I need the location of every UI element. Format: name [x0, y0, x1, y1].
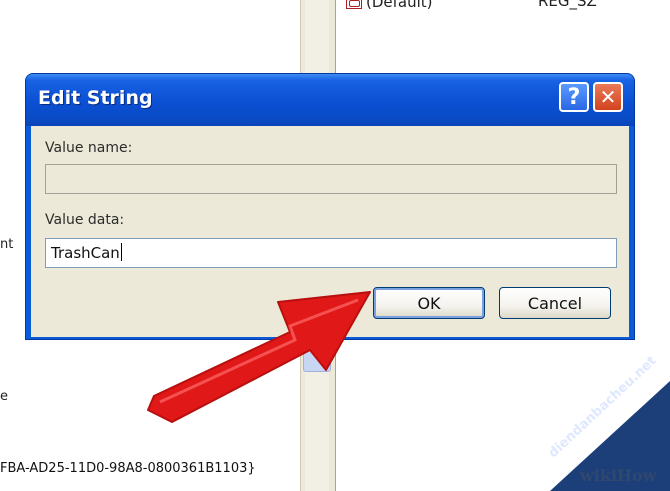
watermark-brand: wikiHow — [580, 466, 657, 485]
value-data-text: TrashCan — [51, 244, 120, 262]
dialog-title: Edit String — [38, 87, 153, 109]
clsid-text: FBA-AD25-11D0-98A8-0800361B1103} — [0, 461, 256, 476]
value-name-label: Value name: — [45, 140, 133, 156]
cancel-label: Cancel — [527, 293, 583, 313]
dialog-titlebar[interactable]: Edit String ? ✕ — [26, 74, 634, 126]
help-icon: ? — [567, 84, 581, 110]
edit-string-dialog: Edit String ? ✕ Value name: Value data: … — [25, 73, 635, 340]
ok-button[interactable]: OK — [373, 287, 485, 319]
help-button[interactable]: ? — [559, 82, 589, 112]
registry-value-type: REG_SZ — [538, 0, 597, 10]
tree-text-fragment: nt — [0, 237, 14, 252]
close-icon: ✕ — [599, 85, 617, 109]
tree-text-fragment: e — [0, 389, 8, 404]
value-data-label: Value data: — [45, 212, 125, 228]
text-caret — [120, 243, 122, 261]
value-name-field — [45, 164, 617, 194]
cancel-button[interactable]: Cancel — [499, 287, 611, 319]
ok-label: OK — [417, 293, 441, 313]
scrollbar-thumb[interactable] — [303, 336, 331, 372]
dialog-client-area: Value name: Value data: TrashCan OK Canc… — [31, 126, 629, 337]
string-value-icon — [346, 0, 362, 9]
close-button[interactable]: ✕ — [593, 82, 623, 112]
registry-value-row[interactable]: (Default) — [346, 0, 433, 12]
registry-value-name: (Default) — [366, 0, 433, 11]
value-data-field[interactable]: TrashCan — [45, 238, 617, 268]
